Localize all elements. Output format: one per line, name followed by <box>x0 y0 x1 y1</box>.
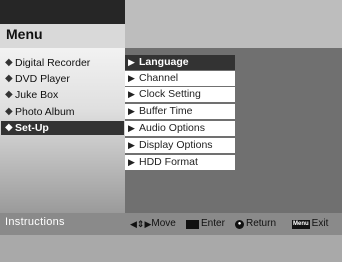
diamond-bullet-icon: ◆ <box>5 89 13 100</box>
return-key-icon: ● <box>235 219 244 229</box>
enter-key-icon <box>186 219 199 229</box>
submenu-item-clock-setting[interactable]: ▶ Clock Setting <box>125 87 235 102</box>
arrow-bullet-icon: ▶ <box>128 73 135 83</box>
submenu-item-channel[interactable]: ▶ Channel <box>125 71 235 86</box>
hint-exit: Menu Exit <box>292 217 328 231</box>
menu-key-icon: Menu <box>292 219 310 229</box>
arrow-bullet-icon: ▶ <box>128 140 135 150</box>
menu-item-label: Juke Box <box>15 89 59 101</box>
menu-screen: Menu ◆ Digital Recorder ◆ DVD Player ◆ J… <box>0 0 342 262</box>
submenu-item-label: Audio Options <box>139 122 205 134</box>
title-bar <box>0 0 125 24</box>
arrow-bullet-icon: ▶ <box>128 123 135 133</box>
menu-title: Menu <box>6 26 43 42</box>
submenu-item-language[interactable]: ▶ Language <box>125 55 235 70</box>
submenu-item-label: Buffer Time <box>139 105 193 117</box>
submenu-item-label: HDD Format <box>139 156 198 168</box>
arrow-bullet-icon: ▶ <box>128 57 135 67</box>
menu-item-label: DVD Player <box>15 73 70 85</box>
submenu-item-label: Channel <box>139 72 179 84</box>
diamond-bullet-icon: ◆ <box>5 57 13 68</box>
hint-enter-label: Enter <box>201 218 225 229</box>
bottom-panel <box>0 235 342 262</box>
diamond-bullet-icon: ◆ <box>5 122 13 133</box>
hint-move: ◀⇕▶Move <box>130 217 176 231</box>
hint-enter: Enter <box>186 217 225 231</box>
arrow-bullet-icon: ▶ <box>128 106 135 116</box>
arrow-bullet-icon: ▶ <box>128 89 135 99</box>
submenu-item-audio-options[interactable]: ▶ Audio Options <box>125 121 235 136</box>
menu-item-digital-recorder[interactable]: ◆ Digital Recorder <box>1 56 124 70</box>
hint-return: ● Return <box>235 217 276 231</box>
instructions-label: Instructions <box>5 216 65 228</box>
menu-item-label: Set-Up <box>15 122 49 134</box>
hint-exit-label: Exit <box>311 218 329 229</box>
menu-item-photo-album[interactable]: ◆ Photo Album <box>1 105 124 119</box>
submenu-item-hdd-format[interactable]: ▶ HDD Format <box>125 155 235 170</box>
menu-item-label: Photo Album <box>15 106 75 118</box>
menu-item-set-up[interactable]: ◆ Set-Up <box>1 121 124 135</box>
menu-item-dvd-player[interactable]: ◆ DVD Player <box>1 72 124 86</box>
header-panel <box>125 0 342 48</box>
hint-move-label: Move <box>151 218 176 229</box>
menu-item-label: Digital Recorder <box>15 57 91 69</box>
menu-item-juke-box[interactable]: ◆ Juke Box <box>1 88 124 102</box>
diamond-bullet-icon: ◆ <box>5 73 13 84</box>
submenu-item-buffer-time[interactable]: ▶ Buffer Time <box>125 104 235 119</box>
arrow-bullet-icon: ▶ <box>128 157 135 167</box>
hint-return-label: Return <box>246 218 277 229</box>
submenu-item-label: Language <box>139 56 189 68</box>
submenu-item-display-options[interactable]: ▶ Display Options <box>125 138 235 153</box>
submenu-item-label: Display Options <box>139 139 213 151</box>
submenu-item-label: Clock Setting <box>139 88 201 100</box>
diamond-bullet-icon: ◆ <box>5 106 13 117</box>
arrows-icon: ◀⇕▶ <box>130 219 152 229</box>
